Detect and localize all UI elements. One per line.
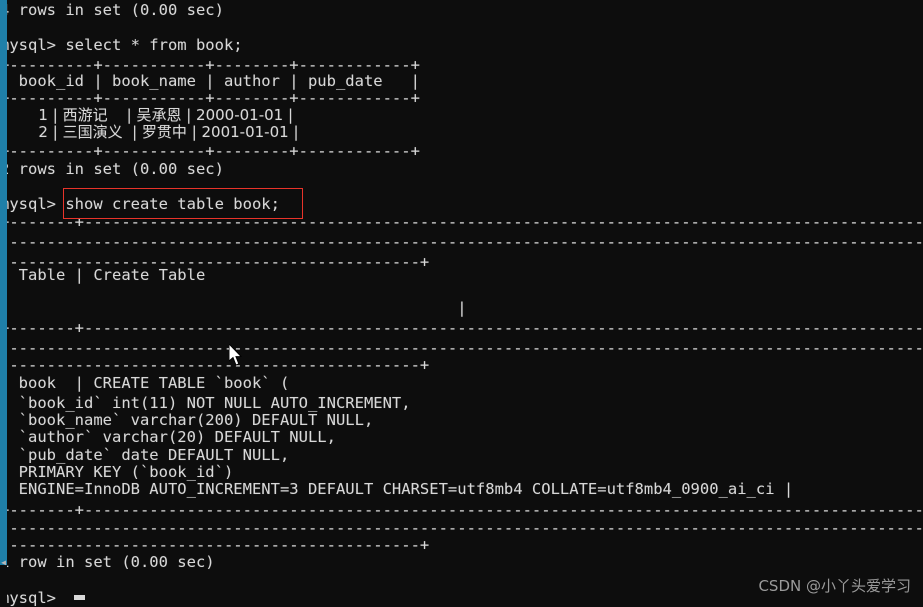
scroll-position-marker: ◂ [0, 555, 8, 569]
terminal-cursor [74, 595, 85, 600]
terminal-line: `author` varchar(20) DEFAULT NULL, [0, 428, 336, 446]
scrollbar[interactable] [0, 0, 7, 607]
terminal-line: ) ENGINE=InnoDB AUTO_INCREMENT=3 DEFAULT… [0, 480, 794, 498]
watermark-text: CSDN @小丫头爱学习 [758, 577, 911, 595]
mouse-pointer-icon [229, 344, 243, 366]
terminal-line: 4 rows in set (0.00 sec) [0, 1, 224, 19]
terminal-line: +-------+-------------------------------… [0, 213, 923, 231]
terminal-line: mysql> show create table book; [0, 195, 280, 213]
terminal-line: ----------------------------------------… [0, 233, 923, 251]
terminal-line: +-------+-------------------------------… [0, 319, 923, 337]
terminal-line: 1 row in set (0.00 sec) [0, 553, 215, 571]
terminal-window: 4 rows in set (0.00 sec) mysql> select * … [0, 0, 923, 607]
terminal-line: | book | CREATE TABLE `book` ( [0, 374, 290, 392]
scrollbar-thumb[interactable] [0, 0, 7, 565]
terminal-line: ----------------------------------------… [0, 356, 430, 374]
terminal-line: | Table | Create Table [0, 266, 206, 284]
terminal-line: mysql> [0, 589, 56, 607]
terminal-line: | 2 | 三国演义 | 罗贯中 | 2001-01-01 | [0, 123, 299, 141]
terminal-line: 2 rows in set (0.00 sec) [0, 160, 224, 178]
terminal-line: mysql> select * from book; [0, 36, 243, 54]
terminal-line: +-------+-------------------------------… [0, 501, 923, 519]
terminal-line: | [0, 299, 467, 317]
terminal-output-area[interactable]: 4 rows in set (0.00 sec) mysql> select * … [0, 0, 923, 607]
terminal-line: +---------+-----------+--------+--------… [0, 142, 420, 160]
